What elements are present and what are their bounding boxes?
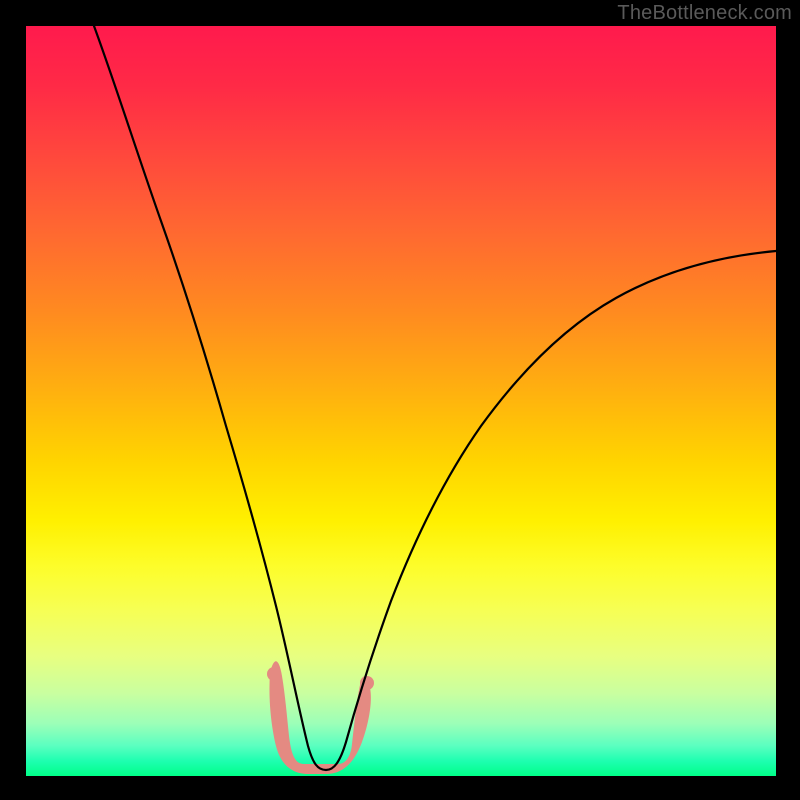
plot-area <box>26 26 776 776</box>
watermark-text: TheBottleneck.com <box>617 2 792 25</box>
highlight-region <box>267 661 374 774</box>
chart-frame: TheBottleneck.com <box>0 0 800 800</box>
chart-svg <box>26 26 776 776</box>
bottleneck-curve <box>94 26 776 770</box>
